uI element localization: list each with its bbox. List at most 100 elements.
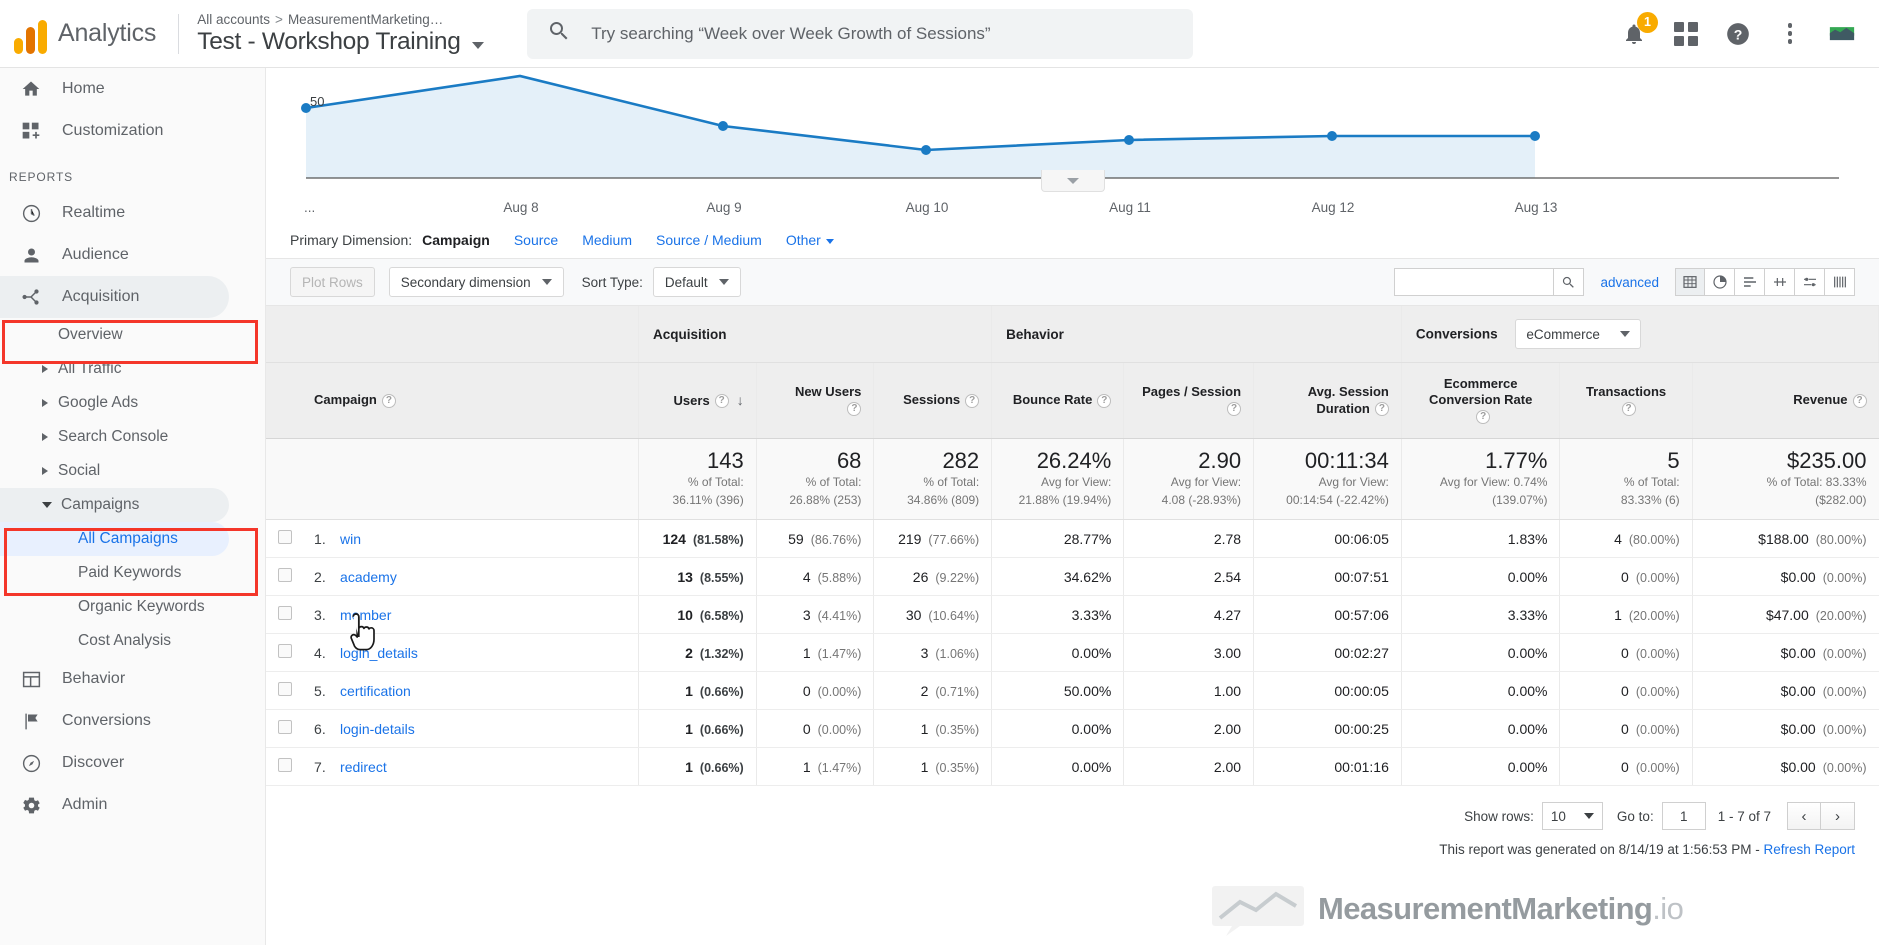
sidebar-item-cost-analysis[interactable]: Cost Analysis xyxy=(0,624,265,658)
goto-page-input[interactable] xyxy=(1661,802,1706,831)
campaign-link[interactable]: win xyxy=(340,531,361,547)
search-input[interactable] xyxy=(591,23,1152,44)
help-icon[interactable]: ? xyxy=(1621,402,1636,417)
notifications-bell-icon[interactable]: 1 xyxy=(1621,11,1658,47)
campaign-link[interactable]: login-details xyxy=(340,721,415,737)
column-header-users[interactable]: Users? ↓ xyxy=(638,362,757,439)
sidebar-item-customization[interactable]: Customization xyxy=(0,110,265,152)
sidebar-item-all-traffic[interactable]: All Traffic xyxy=(0,352,265,386)
breadcrumb-account[interactable]: MeasurementMarketing… xyxy=(288,12,443,27)
row-checkbox-cell[interactable] xyxy=(266,633,303,673)
row-checkbox-cell[interactable] xyxy=(266,671,303,711)
column-header-avg-session-duration[interactable]: Avg. Session Duration? xyxy=(1253,362,1402,439)
help-icon[interactable]: ? xyxy=(1476,410,1491,425)
show-rows-select[interactable]: 10 xyxy=(1541,802,1603,831)
table-view-icon[interactable] xyxy=(1675,268,1705,296)
sidebar-item-behavior[interactable]: Behavior xyxy=(0,658,265,700)
previous-page-button[interactable]: ‹ xyxy=(1787,802,1821,831)
account-selector[interactable]: All accounts > MeasurementMarketing… Test … xyxy=(197,12,497,56)
row-checkbox[interactable] xyxy=(278,720,292,735)
row-checkbox[interactable] xyxy=(278,682,292,697)
sort-type-select[interactable]: Default xyxy=(652,267,741,297)
pivot-view-icon[interactable] xyxy=(1795,268,1825,296)
sidebar-item-audience[interactable]: Audience xyxy=(0,234,265,276)
next-page-button[interactable]: › xyxy=(1821,802,1855,831)
row-checkbox[interactable] xyxy=(278,568,292,583)
dimension-tab-campaign[interactable]: Campaign xyxy=(422,232,490,248)
dimension-tab-medium[interactable]: Medium xyxy=(582,232,632,248)
chevron-down-icon[interactable] xyxy=(471,41,484,49)
help-icon[interactable]: ? xyxy=(847,402,862,417)
comparison-view-icon[interactable] xyxy=(1765,268,1795,296)
sidebar-item-paid-keywords[interactable]: Paid Keywords xyxy=(0,556,265,590)
sidebar-item-conversions[interactable]: Conversions xyxy=(0,700,265,742)
help-icon[interactable]: ? xyxy=(1374,402,1389,417)
chart-collapse-toggle[interactable] xyxy=(1040,170,1105,192)
help-icon[interactable]: ? xyxy=(381,393,396,408)
dimension-tab-source-medium[interactable]: Source / Medium xyxy=(656,232,762,248)
column-header-transactions[interactable]: Transactions? xyxy=(1559,362,1693,439)
plot-rows-button[interactable]: Plot Rows xyxy=(290,267,375,297)
sort-descending-icon[interactable]: ↓ xyxy=(737,392,744,408)
advanced-filter-link[interactable]: advanced xyxy=(1600,275,1659,290)
conversions-type-select[interactable]: eCommerce xyxy=(1515,319,1641,349)
sidebar-item-realtime[interactable]: Realtime xyxy=(0,192,265,234)
sidebar-item-organic-keywords[interactable]: Organic Keywords xyxy=(0,590,265,624)
analytics-chart-icon[interactable] xyxy=(1829,21,1855,47)
column-header-new-users[interactable]: New Users? xyxy=(756,362,875,439)
bar-view-icon[interactable] xyxy=(1735,268,1765,296)
row-dimension-cell: 2. academy xyxy=(302,557,639,597)
secondary-dimension-button[interactable]: Secondary dimension xyxy=(388,267,564,297)
more-vert-icon[interactable] xyxy=(1777,21,1803,47)
table-search-input[interactable] xyxy=(1394,268,1555,296)
breadcrumb-separator: > xyxy=(275,11,283,27)
row-checkbox[interactable] xyxy=(278,606,292,621)
performance-view-icon[interactable] xyxy=(1825,268,1855,296)
dimension-tab-other[interactable]: Other xyxy=(786,232,834,248)
help-icon[interactable]: ? xyxy=(1227,402,1242,417)
apps-grid-icon[interactable] xyxy=(1673,21,1699,47)
sidebar-item-search-console[interactable]: Search Console xyxy=(0,420,265,454)
column-header-sessions[interactable]: Sessions? xyxy=(873,362,993,439)
campaign-link[interactable]: academy xyxy=(340,569,397,585)
column-header-bounce-rate[interactable]: Bounce Rate? xyxy=(991,362,1125,439)
row-checkbox-cell[interactable] xyxy=(266,747,303,787)
help-icon[interactable]: ? xyxy=(1725,21,1751,47)
help-icon[interactable]: ? xyxy=(1097,393,1112,408)
breadcrumb-all-accounts[interactable]: All accounts xyxy=(197,12,270,27)
sidebar-item-social[interactable]: Social xyxy=(0,454,265,488)
campaign-link[interactable]: member xyxy=(340,607,391,623)
table-search-button[interactable] xyxy=(1554,268,1585,296)
row-checkbox[interactable] xyxy=(278,530,292,545)
help-icon[interactable]: ? xyxy=(714,394,729,409)
row-checkbox[interactable] xyxy=(278,758,292,773)
refresh-report-link[interactable]: Refresh Report xyxy=(1763,842,1855,857)
global-search[interactable] xyxy=(527,8,1194,59)
sidebar-item-acquisition[interactable]: Acquisition xyxy=(0,276,229,318)
sidebar-item-home[interactable]: Home xyxy=(0,68,265,110)
sidebar-item-campaigns[interactable]: Campaigns xyxy=(0,488,229,522)
row-checkbox-cell[interactable] xyxy=(266,519,303,559)
sidebar-item-all-campaigns[interactable]: All Campaigns xyxy=(0,522,229,556)
property-name[interactable]: Test - Workshop Training xyxy=(197,28,461,56)
row-checkbox-cell[interactable] xyxy=(266,595,303,635)
row-checkbox-cell[interactable] xyxy=(266,709,303,749)
row-checkbox[interactable] xyxy=(278,644,292,659)
help-icon[interactable]: ? xyxy=(1852,393,1867,408)
help-icon[interactable]: ? xyxy=(965,393,980,408)
dimension-tab-source[interactable]: Source xyxy=(514,232,558,248)
breadcrumb[interactable]: All accounts > MeasurementMarketing… xyxy=(197,12,497,27)
pie-view-icon[interactable] xyxy=(1705,268,1735,296)
column-header-revenue[interactable]: Revenue? xyxy=(1692,362,1879,439)
campaign-link[interactable]: redirect xyxy=(340,759,387,775)
sidebar-item-google-ads[interactable]: Google Ads xyxy=(0,386,265,420)
column-header-campaign[interactable]: Campaign? xyxy=(302,362,639,439)
sidebar-item-overview[interactable]: Overview xyxy=(0,318,265,352)
campaign-link[interactable]: certification xyxy=(340,683,411,699)
campaign-link[interactable]: login_details xyxy=(340,645,418,661)
column-header-pages-session[interactable]: Pages / Session? xyxy=(1123,362,1255,439)
sidebar-item-discover[interactable]: Discover xyxy=(0,742,265,784)
sidebar-item-admin[interactable]: Admin xyxy=(0,784,265,826)
row-checkbox-cell[interactable] xyxy=(266,557,303,597)
column-header-ecommerce-conversion-rate[interactable]: Ecommerce Conversion Rate? xyxy=(1401,362,1561,439)
